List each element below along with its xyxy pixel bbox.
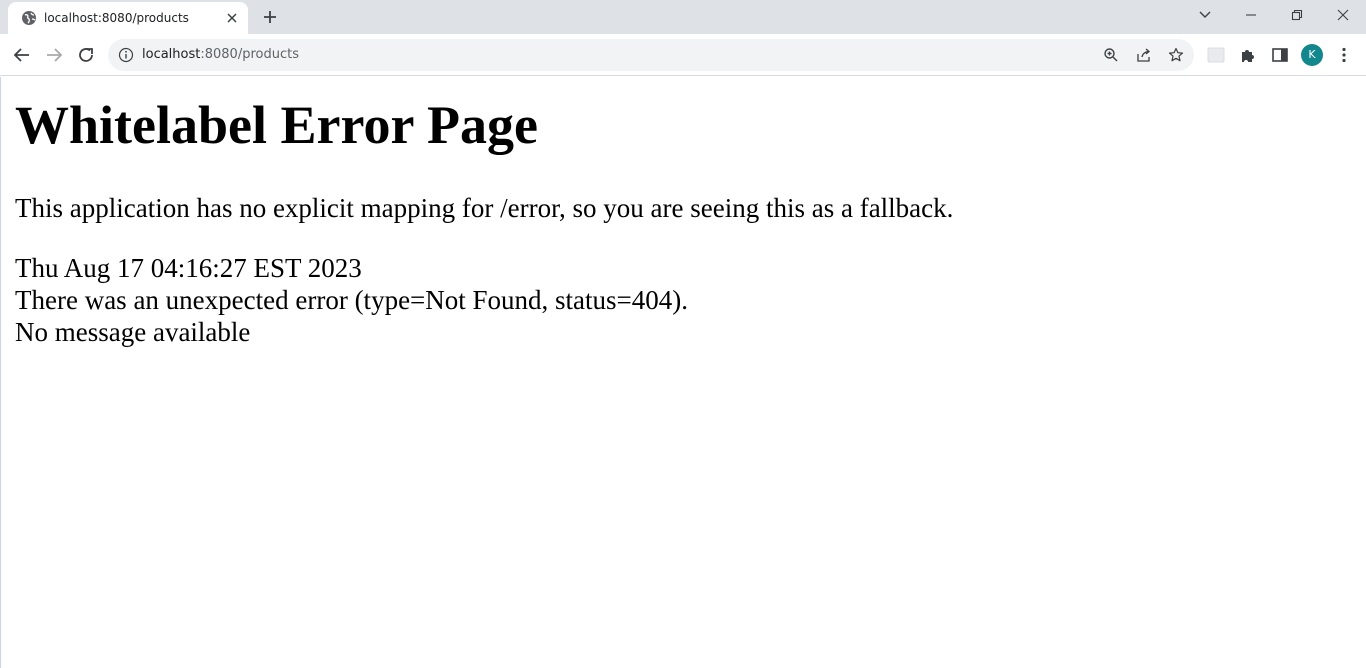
- globe-icon: [22, 11, 36, 25]
- close-icon: [1337, 9, 1349, 21]
- tab-search-button[interactable]: [1182, 0, 1228, 30]
- url-path: :8080/products: [200, 47, 299, 62]
- zoom-icon[interactable]: [1103, 47, 1119, 63]
- back-arrow-icon[interactable]: [10, 43, 34, 67]
- minimize-button[interactable]: [1228, 0, 1274, 30]
- profile-avatar[interactable]: K: [1301, 44, 1323, 66]
- restore-button[interactable]: [1274, 0, 1320, 30]
- page-content: Whitelabel Error Page This application h…: [0, 77, 1366, 668]
- extensions-puzzle-icon[interactable]: [1239, 46, 1257, 64]
- url-text[interactable]: localhost:8080/products: [142, 47, 299, 63]
- info-icon[interactable]: [118, 47, 134, 63]
- error-status-line: There was an unexpected error (type=Not …: [15, 285, 689, 315]
- minimize-icon: [1246, 14, 1256, 16]
- extension-placeholder-icon[interactable]: [1207, 46, 1225, 64]
- url-host: localhost: [142, 47, 201, 62]
- new-tab-icon[interactable]: [258, 5, 282, 29]
- tab-title: localhost:8080/products: [44, 11, 189, 25]
- error-description: This application has no explicit mapping…: [15, 193, 954, 223]
- side-panel-icon[interactable]: [1271, 46, 1289, 64]
- restore-icon: [1291, 9, 1303, 21]
- tab-strip: localhost:8080/products: [0, 0, 1366, 34]
- close-window-button[interactable]: [1320, 0, 1366, 30]
- error-timestamp: Thu Aug 17 04:16:27 EST 2023: [15, 253, 362, 283]
- star-bookmark-icon[interactable]: [1168, 47, 1184, 63]
- kebab-menu-icon[interactable]: [1335, 46, 1353, 64]
- forward-arrow-icon[interactable]: [42, 43, 66, 67]
- error-message: No message available: [15, 317, 251, 347]
- browser-toolbar: localhost:8080/products K: [0, 34, 1366, 76]
- close-tab-icon[interactable]: [224, 10, 240, 26]
- share-icon[interactable]: [1136, 47, 1152, 63]
- chevron-down-icon: [1199, 11, 1211, 18]
- address-bar[interactable]: localhost:8080/products: [108, 39, 1194, 71]
- browser-tab[interactable]: localhost:8080/products: [8, 2, 248, 34]
- reload-icon[interactable]: [74, 43, 98, 67]
- page-title: Whitelabel Error Page: [15, 95, 538, 155]
